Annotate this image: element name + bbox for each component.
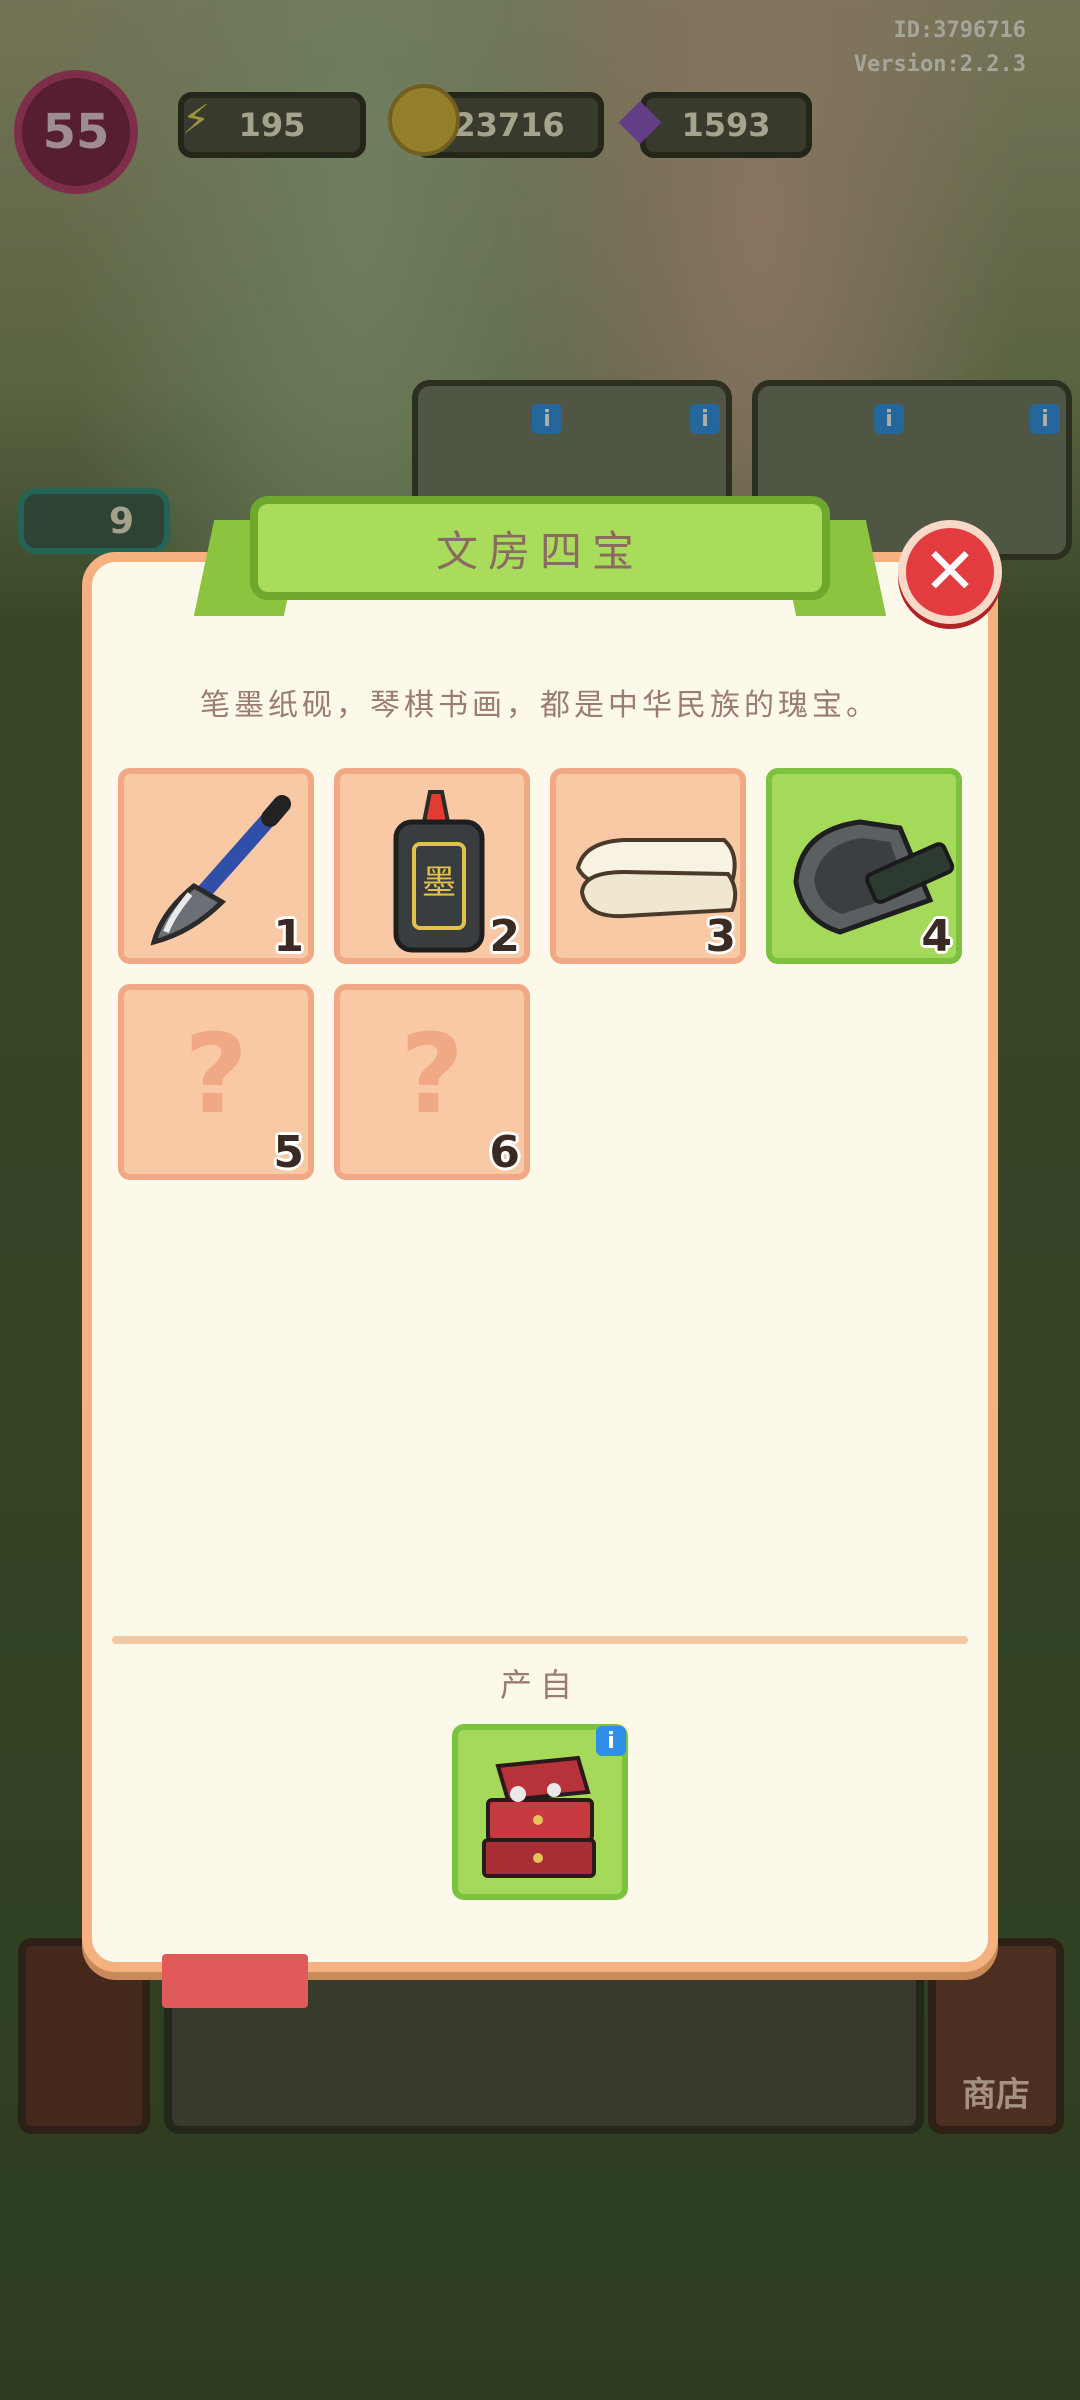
bookmark-tab — [162, 1954, 308, 2008]
item-number: 6 — [489, 1127, 520, 1178]
item-number: 2 — [489, 911, 520, 962]
item-slot-2[interactable]: 墨 2 — [334, 768, 530, 964]
svg-text:墨: 墨 — [422, 863, 456, 903]
source-slot[interactable]: i — [452, 1724, 628, 1900]
item-number: 3 — [705, 911, 736, 962]
unknown-icon: ? — [184, 1010, 248, 1138]
item-number: 5 — [273, 1127, 304, 1178]
close-icon: ✕ — [923, 535, 977, 609]
unknown-icon: ? — [400, 1010, 464, 1138]
item-number: 4 — [921, 911, 952, 962]
info-icon[interactable]: i — [596, 1726, 626, 1756]
item-slot-4[interactable]: 4 — [766, 768, 962, 964]
item-slot-6[interactable]: ? 6 — [334, 984, 530, 1180]
item-slot-5[interactable]: ? 5 — [118, 984, 314, 1180]
panel-description: 笔墨纸砚，琴棋书画，都是中华民族的瑰宝。 — [200, 688, 880, 723]
source-label: 产自 — [499, 1666, 580, 1704]
item-slot-1[interactable]: 1 — [118, 768, 314, 964]
panel-title-text: 文房四宝 — [435, 526, 644, 576]
panel-title: 文房四宝 — [250, 496, 830, 600]
item-slot-3[interactable]: 3 — [550, 768, 746, 964]
close-button[interactable]: ✕ — [898, 520, 1002, 624]
item-number: 1 — [273, 911, 304, 962]
section-divider — [112, 1636, 968, 1644]
